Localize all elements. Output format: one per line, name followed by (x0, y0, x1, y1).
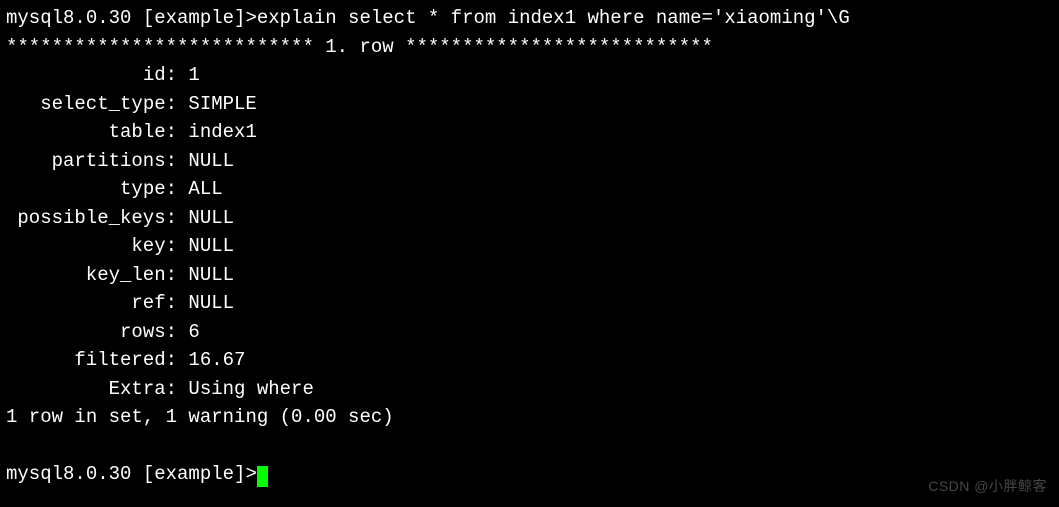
field-label: key (6, 232, 166, 261)
explain-field-row: ref: NULL (6, 289, 1053, 318)
field-label: filtered (6, 346, 166, 375)
field-value: NULL (188, 289, 1053, 318)
explain-field-row: key_len: NULL (6, 261, 1053, 290)
explain-field-row: Extra: Using where (6, 375, 1053, 404)
next-prompt-line[interactable]: mysql8.0.30 [example]> (6, 460, 1053, 489)
field-separator: : (166, 204, 189, 233)
field-separator: : (166, 232, 189, 261)
field-value: index1 (188, 118, 1053, 147)
explain-field-row: id: 1 (6, 61, 1053, 90)
field-label: rows (6, 318, 166, 347)
field-value: SIMPLE (188, 90, 1053, 119)
field-value: 6 (188, 318, 1053, 347)
field-label: Extra (6, 375, 166, 404)
explain-field-row: filtered: 16.67 (6, 346, 1053, 375)
blank-line (6, 432, 1053, 461)
field-label: type (6, 175, 166, 204)
field-separator: : (166, 175, 189, 204)
explain-field-row: key: NULL (6, 232, 1053, 261)
field-separator: : (166, 118, 189, 147)
cursor-icon (257, 466, 268, 487)
field-value: 16.67 (188, 346, 1053, 375)
field-separator: : (166, 346, 189, 375)
field-label: table (6, 118, 166, 147)
field-value: NULL (188, 204, 1053, 233)
explain-field-row: partitions: NULL (6, 147, 1053, 176)
command-line[interactable]: mysql8.0.30 [example]>explain select * f… (6, 4, 1053, 33)
field-value: ALL (188, 175, 1053, 204)
prompt-text-2: mysql8.0.30 [example]> (6, 463, 257, 485)
field-separator: : (166, 147, 189, 176)
explain-field-row: rows: 6 (6, 318, 1053, 347)
field-label: id (6, 61, 166, 90)
field-separator: : (166, 261, 189, 290)
prompt-text: mysql8.0.30 [example]> (6, 7, 257, 29)
field-value: Using where (188, 375, 1053, 404)
explain-field-row: possible_keys: NULL (6, 204, 1053, 233)
field-separator: : (166, 289, 189, 318)
explain-field-row: type: ALL (6, 175, 1053, 204)
field-value: NULL (188, 147, 1053, 176)
watermark-text: CSDN @小胖鲸客 (928, 476, 1047, 497)
field-separator: : (166, 375, 189, 404)
field-label: select_type (6, 90, 166, 119)
result-summary: 1 row in set, 1 warning (0.00 sec) (6, 403, 1053, 432)
field-label: ref (6, 289, 166, 318)
field-value: NULL (188, 261, 1053, 290)
explain-field-row: table: index1 (6, 118, 1053, 147)
field-separator: : (166, 318, 189, 347)
field-label: possible_keys (6, 204, 166, 233)
field-separator: : (166, 90, 189, 119)
field-label: partitions (6, 147, 166, 176)
field-value: 1 (188, 61, 1053, 90)
field-value: NULL (188, 232, 1053, 261)
row-separator: *************************** 1. row *****… (6, 33, 1053, 62)
field-separator: : (166, 61, 189, 90)
explain-output: id: 1select_type: SIMPLEtable: index1par… (6, 61, 1053, 403)
sql-command: explain select * from index1 where name=… (257, 7, 850, 29)
field-label: key_len (6, 261, 166, 290)
explain-field-row: select_type: SIMPLE (6, 90, 1053, 119)
